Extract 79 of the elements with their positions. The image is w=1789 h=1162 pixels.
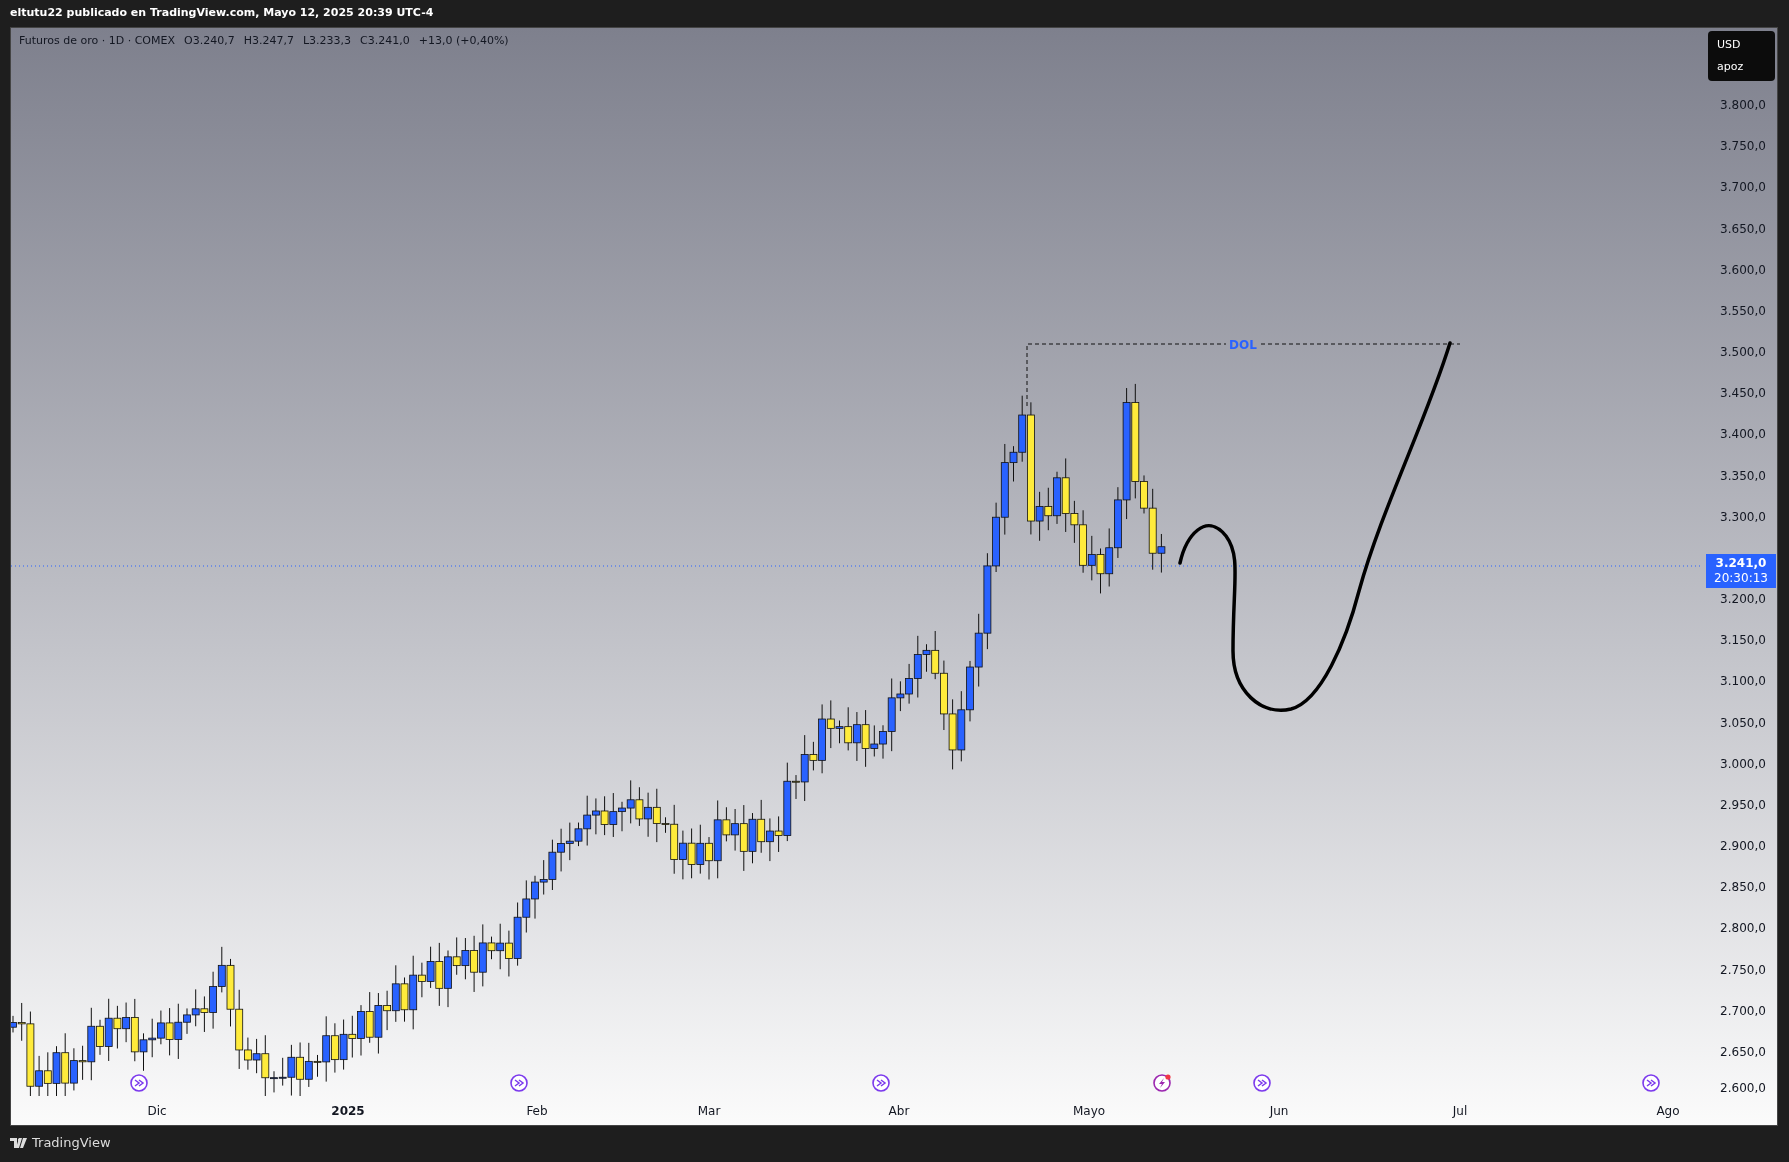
high-value: H3.247,7 — [243, 33, 294, 49]
lightning-event-icon[interactable] — [1153, 1074, 1171, 1092]
time-axis-label: Ago — [1656, 1103, 1680, 1120]
candlestick — [757, 799, 766, 854]
candlestick — [348, 1015, 357, 1058]
time-axis-label: Feb — [526, 1103, 548, 1120]
price-axis-label: 2.700,0 — [1720, 1003, 1766, 1018]
arrow-event-icon[interactable] — [510, 1074, 528, 1092]
candlestick — [548, 839, 557, 891]
arrow-event-icon[interactable] — [130, 1074, 148, 1092]
bar-countdown: 20:30:13 — [1714, 571, 1768, 586]
candlestick — [165, 1007, 174, 1056]
price-axis-label: 3.150,0 — [1720, 633, 1766, 648]
candlestick — [1105, 527, 1114, 587]
price-axis-label: 2.750,0 — [1720, 962, 1766, 977]
change-value: +13,0 (+0,40%) — [418, 33, 509, 49]
candlestick — [635, 786, 644, 827]
symbol-title: Futuros de oro · 1D · COMEX — [19, 33, 175, 49]
candlestick — [43, 1051, 52, 1096]
level-label: DOL — [1229, 338, 1257, 352]
price-axis-label: 3.600,0 — [1720, 262, 1766, 277]
candlestick — [687, 828, 696, 879]
candlestick — [748, 812, 757, 864]
price-axis-label: 2.950,0 — [1720, 797, 1766, 812]
price-axis-label: 3.650,0 — [1720, 221, 1766, 236]
time-axis-label: 2025 — [331, 1103, 365, 1120]
currency-box[interactable]: USD apoz — [1708, 31, 1775, 81]
open-value: O3.240,7 — [184, 33, 235, 49]
price-axis-label: 3.450,0 — [1720, 386, 1766, 401]
time-axis-label: Dic — [147, 1103, 167, 1120]
price-axis-label: 2.900,0 — [1720, 839, 1766, 854]
arrow-event-icon[interactable] — [1253, 1074, 1271, 1092]
time-axis-label: Mar — [697, 1103, 721, 1120]
price-axis-label: 3.300,0 — [1720, 509, 1766, 524]
price-axis-label: 3.050,0 — [1720, 715, 1766, 730]
candlestick — [339, 1019, 348, 1071]
time-axis-label: Jun — [1269, 1103, 1289, 1120]
low-value: L3.233,3 — [302, 33, 352, 49]
unit-label: apoz — [1717, 58, 1745, 75]
candlestick — [1044, 487, 1053, 531]
arrow-event-icon[interactable] — [872, 1074, 890, 1092]
candlestick — [461, 937, 470, 980]
logo-icon — [10, 1138, 28, 1148]
candlestick — [696, 824, 705, 875]
candlestick — [1087, 535, 1096, 581]
currency-label: USD — [1717, 36, 1742, 53]
price-axis-label: 3.350,0 — [1720, 468, 1766, 483]
time-axis-label: Mayo — [1072, 1103, 1106, 1120]
candlestick — [948, 698, 957, 770]
candlestick — [957, 690, 966, 762]
candlestick — [52, 1045, 61, 1096]
candlestick — [513, 902, 522, 967]
candlestick — [191, 988, 200, 1027]
time-axis-label: Abr — [888, 1103, 910, 1120]
brand-name: TradingView — [32, 1134, 111, 1153]
candlestick — [539, 859, 548, 896]
price-axis-label: 3.000,0 — [1720, 756, 1766, 771]
price-axis-label: 3.700,0 — [1720, 180, 1766, 195]
last-price: 3.241,0 — [1715, 556, 1767, 571]
price-axis-label: 2.650,0 — [1720, 1044, 1766, 1059]
arrow-event-icon[interactable] — [1642, 1074, 1660, 1092]
price-axis-label: 2.800,0 — [1720, 921, 1766, 936]
candlestick — [522, 879, 531, 933]
publication-info: eltutu22 publicado en TradingView.com, Mayo 12, 2025 20:39 UTC-4 — [10, 5, 434, 22]
price-axis-label: 3.200,0 — [1720, 592, 1766, 607]
price-axis-label: 3.100,0 — [1720, 674, 1766, 689]
time-axis-label: Jul — [1452, 1103, 1468, 1120]
price-axis-label: 3.800,0 — [1720, 98, 1766, 112]
candlestick — [365, 991, 374, 1044]
candlestick — [148, 1018, 157, 1058]
price-axis-label: 3.400,0 — [1720, 427, 1766, 442]
candlestick — [1096, 547, 1105, 594]
price-axis-label: 2.850,0 — [1720, 880, 1766, 895]
price-axis-label: 3.750,0 — [1720, 139, 1766, 154]
candlestick — [600, 795, 609, 836]
close-value: C3.241,0 — [360, 33, 410, 49]
price-axis-label: 3.500,0 — [1720, 345, 1766, 359]
price-axis-label: 3.550,0 — [1720, 303, 1766, 318]
price-axis-label: 2.600,0 — [1720, 1081, 1766, 1095]
